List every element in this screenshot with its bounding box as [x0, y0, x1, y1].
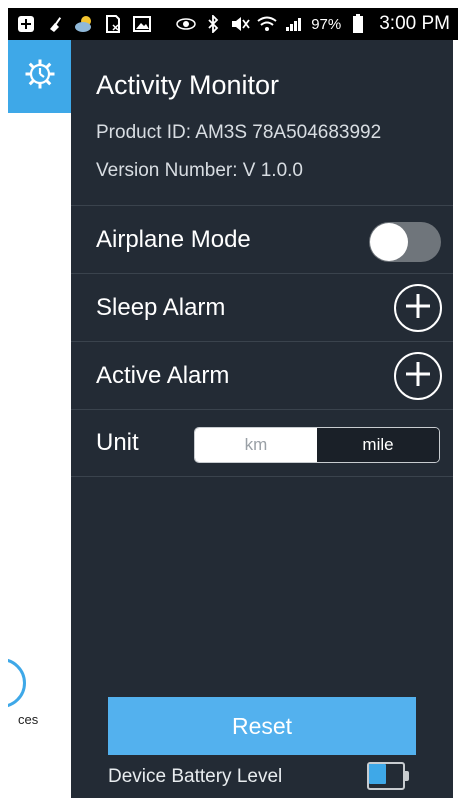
- add-sleep-alarm-button[interactable]: [394, 284, 442, 332]
- unit-row: Unit km mile: [71, 409, 453, 477]
- eye-icon: [176, 14, 196, 34]
- airplane-mode-row: Airplane Mode: [71, 205, 453, 273]
- settings-panel: Activity Monitor Product ID: AM3S 78A504…: [71, 40, 453, 798]
- mute-icon: [230, 14, 250, 34]
- device-circle-icon: [8, 658, 26, 708]
- toggle-knob: [370, 223, 408, 261]
- product-id: Product ID: AM3S 78A504683992: [96, 122, 382, 143]
- battery-tip: [405, 771, 409, 781]
- page-title: Activity Monitor: [96, 70, 280, 100]
- sleep-alarm-label: Sleep Alarm: [96, 293, 226, 321]
- wifi-icon: [257, 14, 277, 34]
- unit-option-mile[interactable]: mile: [317, 428, 439, 462]
- status-bar: 97% 3:00 PM: [8, 8, 458, 40]
- signal-icon: [284, 14, 304, 34]
- image-icon: [132, 14, 152, 34]
- version-number: Version Number: V 1.0.0: [96, 160, 303, 181]
- active-alarm-row: Active Alarm: [71, 341, 453, 409]
- battery-level-label: Device Battery Level: [108, 766, 283, 787]
- device-battery-indicator: [367, 762, 409, 790]
- unit-option-km[interactable]: km: [195, 428, 317, 462]
- battery-icon: [348, 14, 368, 34]
- bluetooth-icon: [203, 14, 223, 34]
- notification-icons: [16, 14, 152, 34]
- airplane-mode-toggle[interactable]: [369, 222, 441, 262]
- add-box-icon: [16, 14, 36, 34]
- battery-percent: 97%: [311, 15, 342, 33]
- reset-button[interactable]: Reset: [108, 697, 416, 755]
- plus-icon: [404, 292, 432, 325]
- clock: 3:00 PM: [379, 13, 450, 34]
- plus-icon: [404, 360, 432, 393]
- sim-card-icon: [103, 14, 123, 34]
- gear-icon: [24, 58, 56, 95]
- weather-icon: [74, 14, 94, 34]
- add-active-alarm-button[interactable]: [394, 352, 442, 400]
- unit-selector: km mile: [194, 427, 440, 463]
- battery-fill: [369, 764, 386, 784]
- background-screen: ces: [8, 40, 71, 798]
- sleep-alarm-row: Sleep Alarm: [71, 273, 453, 341]
- airplane-mode-label: Airplane Mode: [96, 225, 251, 253]
- system-icons: 97% 3:00 PM: [176, 13, 450, 35]
- broom-icon: [45, 14, 65, 34]
- unit-label: Unit: [96, 429, 139, 456]
- active-alarm-label: Active Alarm: [96, 361, 230, 389]
- settings-tab[interactable]: [8, 40, 71, 113]
- partial-label: ces: [18, 712, 39, 727]
